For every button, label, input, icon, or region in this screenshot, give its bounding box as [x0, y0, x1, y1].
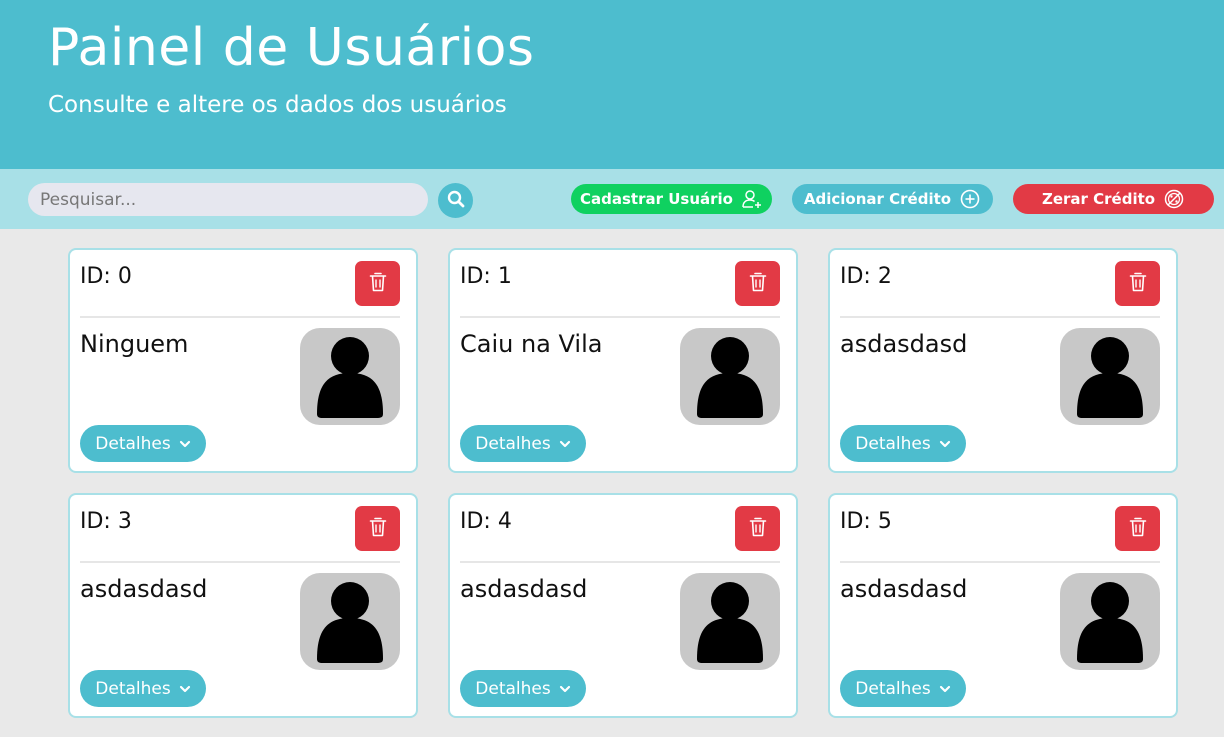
page-subtitle: Consulte e altere os dados dos usuários: [48, 92, 507, 118]
details-button[interactable]: Detalhes: [460, 425, 586, 462]
chevron-down-icon: [559, 683, 571, 695]
trash-icon: [368, 516, 388, 541]
add-credit-button[interactable]: Adicionar Crédito: [792, 184, 993, 214]
details-label: Detalhes: [855, 678, 931, 699]
user-id: ID: 1: [460, 264, 512, 289]
details-label: Detalhes: [95, 678, 171, 699]
user-avatar: [300, 328, 400, 425]
user-card: ID: 1 Caiu na Vila Detalhes: [448, 248, 798, 473]
card-divider: [460, 561, 780, 563]
user-name: Ninguem: [80, 330, 189, 358]
user-card: ID: 3 asdasdasd Detalhes: [68, 493, 418, 718]
user-silhouette-icon: [680, 582, 780, 670]
user-silhouette-icon: [300, 337, 400, 425]
user-avatar: [1060, 573, 1160, 670]
user-card: ID: 4 asdasdasd Detalhes: [448, 493, 798, 718]
delete-user-button[interactable]: [355, 506, 400, 551]
register-user-button[interactable]: Cadastrar Usuário: [571, 184, 772, 214]
user-plus-icon: [741, 188, 763, 210]
card-divider: [840, 316, 1160, 318]
details-label: Detalhes: [855, 433, 931, 454]
user-card: ID: 2 asdasdasd Detalhes: [828, 248, 1178, 473]
chevron-down-icon: [939, 438, 951, 450]
delete-user-button[interactable]: [1115, 506, 1160, 551]
chevron-down-icon: [559, 438, 571, 450]
card-divider: [460, 316, 780, 318]
page-header: Painel de Usuários Consulte e altere os …: [0, 0, 1224, 169]
user-silhouette-icon: [1060, 582, 1160, 670]
user-id: ID: 0: [80, 264, 132, 289]
trash-icon: [1128, 271, 1148, 296]
user-avatar: [1060, 328, 1160, 425]
search-button[interactable]: [438, 183, 473, 218]
delete-user-button[interactable]: [735, 261, 780, 306]
trash-icon: [1128, 516, 1148, 541]
reset-credit-label: Zerar Crédito: [1041, 190, 1156, 208]
user-card: ID: 5 asdasdasd Detalhes: [828, 493, 1178, 718]
search-icon: [446, 189, 466, 212]
delete-user-button[interactable]: [355, 261, 400, 306]
card-divider: [840, 561, 1160, 563]
user-id: ID: 4: [460, 509, 512, 534]
trash-icon: [748, 516, 768, 541]
user-silhouette-icon: [300, 582, 400, 670]
search-input[interactable]: [28, 183, 428, 216]
card-divider: [80, 316, 400, 318]
toolbar: Cadastrar Usuário Adicionar Crédito Zera…: [0, 169, 1224, 229]
user-card: ID: 0 Ninguem Detalhes: [68, 248, 418, 473]
plus-circle-icon: [959, 188, 981, 210]
user-id: ID: 3: [80, 509, 132, 534]
user-name: Caiu na Vila: [460, 330, 603, 358]
user-avatar: [680, 328, 780, 425]
reset-credit-button[interactable]: Zerar Crédito: [1013, 184, 1214, 214]
delete-user-button[interactable]: [1115, 261, 1160, 306]
details-label: Detalhes: [475, 678, 551, 699]
details-button[interactable]: Detalhes: [460, 670, 586, 707]
register-user-label: Cadastrar Usuário: [580, 190, 733, 208]
user-name: asdasdasd: [840, 330, 968, 358]
percent-off-icon: [1163, 188, 1185, 210]
user-silhouette-icon: [680, 337, 780, 425]
card-divider: [80, 561, 400, 563]
chevron-down-icon: [179, 683, 191, 695]
details-button[interactable]: Detalhes: [840, 425, 966, 462]
user-id: ID: 2: [840, 264, 892, 289]
user-name: asdasdasd: [460, 575, 588, 603]
user-silhouette-icon: [1060, 337, 1160, 425]
trash-icon: [748, 271, 768, 296]
chevron-down-icon: [179, 438, 191, 450]
details-button[interactable]: Detalhes: [80, 670, 206, 707]
user-id: ID: 5: [840, 509, 892, 534]
details-label: Detalhes: [95, 433, 171, 454]
user-name: asdasdasd: [80, 575, 208, 603]
details-label: Detalhes: [475, 433, 551, 454]
user-avatar: [300, 573, 400, 670]
user-avatar: [680, 573, 780, 670]
details-button[interactable]: Detalhes: [80, 425, 206, 462]
user-name: asdasdasd: [840, 575, 968, 603]
trash-icon: [368, 271, 388, 296]
chevron-down-icon: [939, 683, 951, 695]
details-button[interactable]: Detalhes: [840, 670, 966, 707]
add-credit-label: Adicionar Crédito: [803, 190, 952, 208]
page-title: Painel de Usuários: [48, 18, 535, 78]
delete-user-button[interactable]: [735, 506, 780, 551]
